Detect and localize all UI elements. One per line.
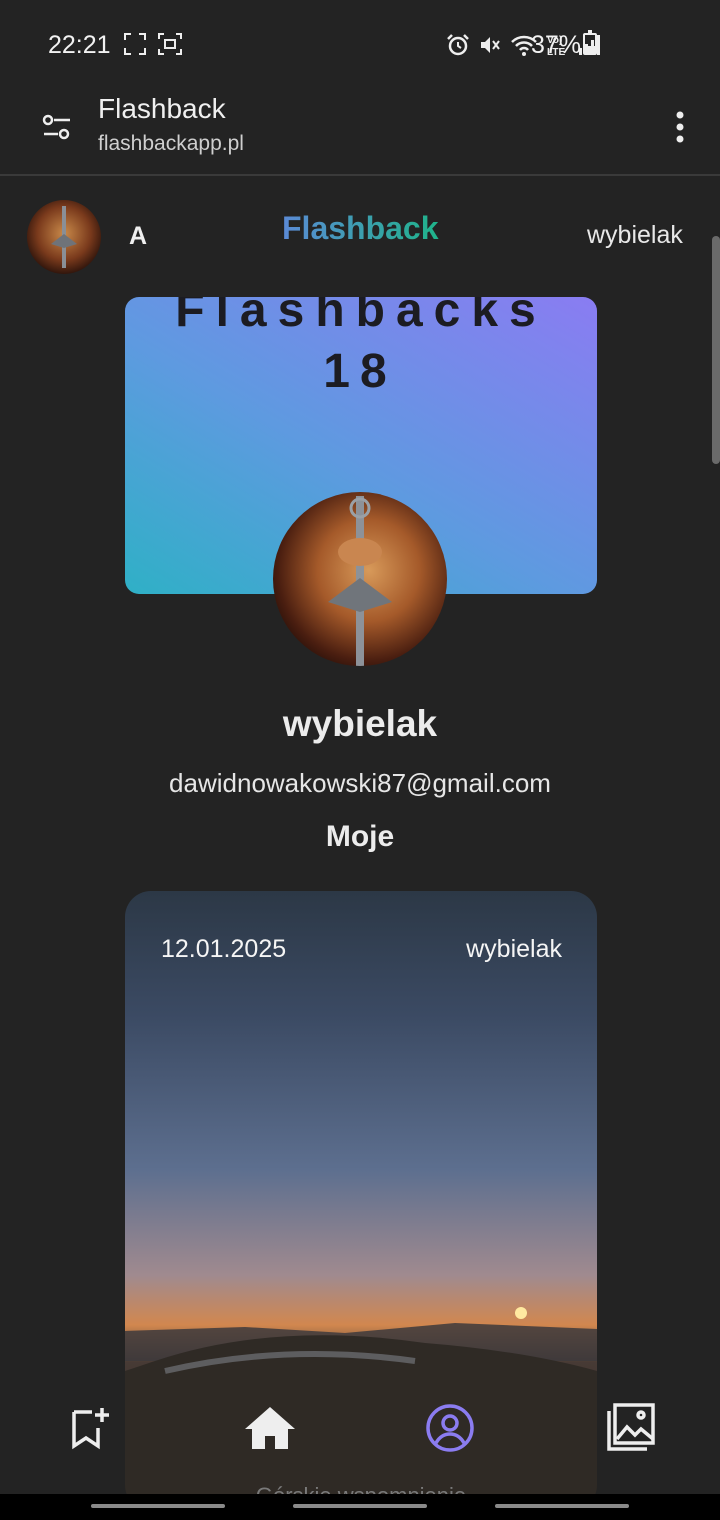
- battery-percent: 37%: [531, 31, 582, 59]
- bottom-navigation: [0, 1390, 720, 1474]
- profile-avatar[interactable]: [273, 492, 447, 666]
- profile-name: wybielak: [282, 703, 438, 744]
- profile-email: dawidnowakowski87@gmail.com: [169, 768, 551, 798]
- fullscreen-icon: [124, 33, 146, 55]
- status-bar: 22:21 Vo) LTE 37%: [0, 0, 720, 90]
- gesture-handle[interactable]: [91, 1504, 225, 1508]
- flashbacks-count: 18: [323, 345, 397, 398]
- nav-home[interactable]: [240, 1398, 300, 1458]
- header-username[interactable]: wybielak: [587, 221, 683, 250]
- alarm-icon: [447, 34, 469, 56]
- status-time: 22:21: [48, 31, 111, 59]
- gallery-icon: [607, 1403, 655, 1451]
- mute-icon: [481, 37, 500, 53]
- screenshot-icon: [158, 33, 182, 55]
- bookmark-add-icon: [72, 1408, 109, 1450]
- browser-url[interactable]: flashbackapp.pl: [98, 132, 244, 156]
- browser-page-title: Flashback: [98, 93, 226, 124]
- section-title: Moje: [325, 820, 395, 853]
- header-letter: A: [129, 222, 148, 250]
- nav-profile[interactable]: [420, 1398, 480, 1458]
- card-author: wybielak: [466, 935, 562, 963]
- banner-title: Flashbacks: [175, 297, 547, 337]
- brand-logo[interactable]: Flashback: [282, 210, 439, 247]
- card-date: 12.01.2025: [161, 935, 287, 963]
- header-avatar[interactable]: [27, 200, 101, 274]
- nav-add-bookmark[interactable]: [60, 1398, 120, 1458]
- nav-gallery[interactable]: [600, 1398, 660, 1458]
- gesture-handle[interactable]: [495, 1504, 629, 1508]
- gesture-handle[interactable]: [293, 1504, 427, 1508]
- more-vertical-icon[interactable]: [672, 110, 688, 144]
- system-gesture-bar: [0, 1494, 720, 1520]
- home-icon: [245, 1407, 295, 1449]
- browser-toolbar: Flashback flashbackapp.pl: [0, 90, 720, 176]
- tune-icon[interactable]: [40, 110, 74, 144]
- profile-icon: [426, 1404, 474, 1452]
- battery-icon: [583, 30, 597, 55]
